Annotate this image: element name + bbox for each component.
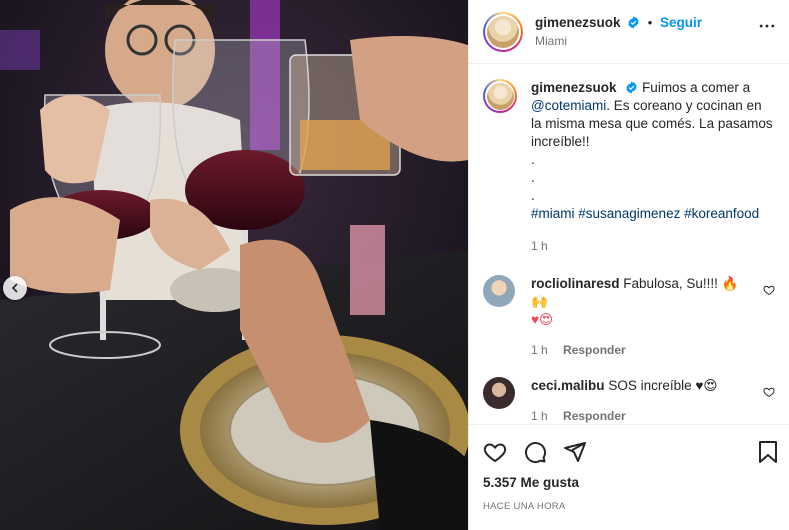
post-location[interactable]: Miami xyxy=(535,32,702,50)
share-button[interactable] xyxy=(563,440,587,464)
verified-badge-icon xyxy=(626,81,637,94)
comment-text: SOS increíble ♥😍 xyxy=(608,378,718,393)
comment-body: rocliolinaresd Fabulosa, Su!!!! 🔥🙌 ♥😍 1 … xyxy=(531,275,753,359)
caption-dot: . xyxy=(531,188,535,203)
caption-meta: 1 h xyxy=(531,237,775,255)
caption-dot: . xyxy=(531,170,535,185)
heart-icon xyxy=(483,443,507,463)
bookmark-icon xyxy=(759,441,777,463)
post-timestamp[interactable]: Hace una hora xyxy=(483,501,779,512)
caption-time[interactable]: 1 h xyxy=(531,239,548,253)
caption-username[interactable]: gimenezsuok xyxy=(531,80,617,95)
likes-count[interactable]: 5.357 Me gusta xyxy=(483,475,779,490)
comment-row: rocliolinaresd Fabulosa, Su!!!! 🔥🙌 ♥😍 1 … xyxy=(483,275,775,359)
header-text: gimenezsuok • Seguir Miami xyxy=(535,14,702,50)
comments-section: gimenezsuok Fuimos a comer a @cotemiami.… xyxy=(469,65,789,423)
caption-avatar[interactable] xyxy=(483,79,517,113)
like-button[interactable] xyxy=(483,440,507,464)
caption-mention[interactable]: @cotemiami xyxy=(531,98,606,113)
save-button[interactable] xyxy=(757,440,779,464)
commenter-avatar[interactable] xyxy=(483,377,515,409)
separator-dot: • xyxy=(647,14,653,30)
like-comment-heart-icon[interactable] xyxy=(763,284,775,296)
comment-bubble-icon xyxy=(525,442,547,464)
comment-time[interactable]: 1 h xyxy=(531,409,548,423)
author-username[interactable]: gimenezsuok xyxy=(535,15,621,30)
chevron-left-icon xyxy=(11,283,18,293)
commenter-avatar[interactable] xyxy=(483,275,515,307)
reply-button[interactable]: Responder xyxy=(563,343,626,357)
caption-text: gimenezsuok Fuimos a comer a @cotemiami.… xyxy=(531,79,775,255)
comment-meta: 1 h Responder xyxy=(531,407,753,423)
commenter-username[interactable]: rocliolinaresd xyxy=(531,276,620,291)
post-photo[interactable] xyxy=(0,0,468,530)
more-horizontal-icon[interactable] xyxy=(757,16,777,36)
comment-row: ceci.malibu SOS increíble ♥😍 1 h Respond… xyxy=(483,377,775,423)
commenter-username[interactable]: ceci.malibu xyxy=(531,378,605,393)
comment-text-line2: ♥😍 xyxy=(531,312,554,327)
reply-button[interactable]: Responder xyxy=(563,409,626,423)
follow-button[interactable]: Seguir xyxy=(660,15,702,30)
paper-plane-icon xyxy=(564,442,586,462)
post-header: gimenezsuok • Seguir Miami xyxy=(469,0,789,64)
comment-meta: 1 h Responder xyxy=(531,341,753,359)
previous-image-button[interactable] xyxy=(3,276,27,300)
post-side-panel: gimenezsuok • Seguir Miami gimenezsuok F… xyxy=(468,0,789,530)
like-comment-heart-icon[interactable] xyxy=(763,386,775,398)
caption-body-1: Fuimos a comer a xyxy=(642,80,751,95)
caption-dot: . xyxy=(531,152,535,167)
author-avatar[interactable] xyxy=(483,11,523,52)
comment-button[interactable] xyxy=(523,440,547,464)
comment-time[interactable]: 1 h xyxy=(531,343,548,357)
caption-hashtags[interactable]: #miami #susanagimenez #koreanfood xyxy=(531,206,759,221)
action-icons xyxy=(483,431,779,473)
verified-badge-icon xyxy=(628,16,639,28)
photo-illustration xyxy=(0,0,468,530)
caption: gimenezsuok Fuimos a comer a @cotemiami.… xyxy=(483,79,775,255)
post-actions: 5.357 Me gusta Hace una hora xyxy=(469,424,789,512)
comment-body: ceci.malibu SOS increíble ♥😍 1 h Respond… xyxy=(531,377,753,423)
